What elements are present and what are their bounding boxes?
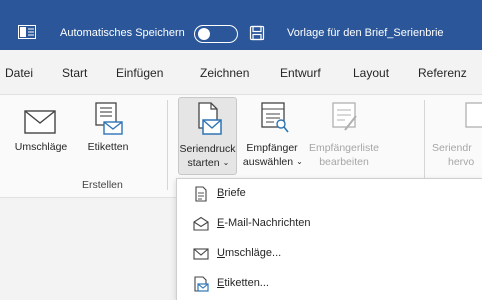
envelope-icon xyxy=(24,110,56,134)
open-envelope-icon xyxy=(193,216,209,231)
tab-entwurf[interactable]: Entwurf xyxy=(280,66,321,80)
menu-item-label: Umschläge... xyxy=(217,247,281,259)
recipients-icon xyxy=(261,102,289,133)
group-separator xyxy=(424,100,425,190)
edit-recipient-list-button[interactable]: Empfängerliste bearbeiten xyxy=(305,100,383,176)
edit-list-icon xyxy=(332,102,357,131)
tab-start[interactable]: Start xyxy=(62,66,87,80)
start-mail-merge-button[interactable]: Seriendruck starten ⌄ xyxy=(178,97,237,175)
autosave-toggle[interactable] xyxy=(194,25,238,43)
menu-item-email[interactable]: E-Mail-Nachrichten xyxy=(177,211,482,237)
menu-item-text: -Mail-Nachrichten xyxy=(224,217,311,229)
highlight-label-line2: hervo xyxy=(448,156,475,168)
envelopes-label: Umschläge xyxy=(14,141,68,153)
mail-merge-label-line2: starten xyxy=(187,157,220,169)
highlight-merge-fields-button[interactable]: Seriendr hervo xyxy=(428,100,482,176)
envelopes-button[interactable]: Umschläge xyxy=(8,100,74,166)
chevron-down-icon: ⌄ xyxy=(222,158,230,167)
tab-einfuegen[interactable]: Einfügen xyxy=(116,66,163,80)
menu-item-label: Etiketten... xyxy=(217,277,269,289)
highlight-label-line1: Seriendr xyxy=(432,142,472,154)
select-recipients-button[interactable]: Empfänger auswählen ⌄ xyxy=(240,100,304,176)
group-separator xyxy=(167,100,168,190)
tab-zeichnen[interactable]: Zeichnen xyxy=(200,66,249,80)
mail-merge-label-line1: Seriendruck xyxy=(179,143,236,155)
label-icon xyxy=(194,276,209,292)
group-label-erstellen: Erstellen xyxy=(82,179,123,191)
tab-layout[interactable]: Layout xyxy=(353,66,389,80)
title-bar: Automatisches Speichern Vorlage für den … xyxy=(0,0,482,50)
chevron-down-icon: ⌄ xyxy=(296,157,303,166)
tab-datei[interactable]: Datei xyxy=(5,66,33,80)
mail-merge-dropdown: Briefe E-Mail-Nachrichten Umschläge... E… xyxy=(176,178,482,300)
labels-button[interactable]: Etiketten xyxy=(80,100,136,166)
labels-icon xyxy=(95,102,123,135)
menu-item-label: E-Mail-Nachrichten xyxy=(217,217,311,229)
autosave-label: Automatisches Speichern xyxy=(60,27,185,39)
menu-item-envelopes[interactable]: Umschläge... xyxy=(177,241,482,267)
toggle-knob xyxy=(198,28,210,40)
menu-item-text: tiketten... xyxy=(224,277,269,289)
highlight-fields-icon xyxy=(465,102,482,128)
word-document-icon[interactable] xyxy=(18,25,36,39)
menu-item-labels[interactable]: Etiketten... xyxy=(177,271,482,297)
recipients-label-line1: Empfänger xyxy=(246,142,298,154)
envelope-icon xyxy=(193,248,209,260)
document-icon xyxy=(195,186,207,202)
menu-item-briefe[interactable]: Briefe xyxy=(177,181,482,207)
edit-list-label-line1: Empfängerliste xyxy=(308,142,380,154)
tab-referenzen[interactable]: Referenz xyxy=(418,66,467,80)
menu-item-text: riefe xyxy=(224,187,246,199)
menu-item-label: Briefe xyxy=(217,187,246,199)
accelerator-key: U xyxy=(217,247,225,259)
menu-item-text: mschläge... xyxy=(224,247,282,259)
mail-merge-icon xyxy=(198,102,222,135)
edit-list-label-line2: bearbeiten xyxy=(319,156,369,168)
document-title: Vorlage für den Brief_Serienbrie xyxy=(287,27,444,39)
save-icon[interactable] xyxy=(249,25,265,41)
recipients-label-line2: auswählen xyxy=(242,156,294,168)
labels-label: Etiketten xyxy=(87,141,129,153)
